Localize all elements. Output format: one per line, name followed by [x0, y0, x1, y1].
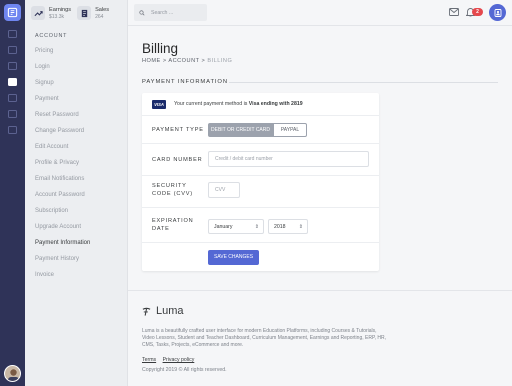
breadcrumb-account[interactable]: ACCOUNT	[168, 58, 199, 64]
terms-link[interactable]: Terms	[142, 357, 156, 363]
sidebar-item-login[interactable]: Login	[35, 59, 90, 75]
card-number-label: CARD NUMBER	[152, 157, 203, 163]
breadcrumb-separator: >	[162, 58, 167, 64]
sidebar-item-signup[interactable]: Signup	[35, 75, 90, 91]
search-icon	[139, 9, 145, 15]
sales-stat[interactable]: Sales 264	[77, 6, 109, 20]
topbar: Search ... 2	[128, 0, 512, 26]
year-select[interactable]: 2018 ⇕	[268, 219, 308, 234]
current-method-value: Visa ending with 2819	[248, 101, 303, 107]
expiration-label-line1: EXPIRATION	[152, 218, 194, 224]
footer-brand-name: Luma	[156, 305, 184, 317]
mail-icon[interactable]	[449, 8, 459, 16]
sidebar-item-profile-privacy[interactable]: Profile & Privacy	[35, 155, 90, 171]
sidebar-item-payment[interactable]: Payment	[35, 91, 90, 107]
sidebar-item-subscription[interactable]: Subscription	[35, 203, 90, 219]
breadcrumb-home[interactable]: HOME	[142, 58, 161, 64]
user-avatar[interactable]	[4, 365, 21, 382]
year-select-value: 2018	[274, 223, 286, 230]
notification-badge: 2	[472, 8, 483, 16]
paypal-option[interactable]: PAYPAL	[273, 123, 307, 137]
card-number-input[interactable]: Credit / debit card number	[208, 151, 369, 167]
sidebar: Earnings $13.3k Sales 264 ACCOUNT Pricin…	[25, 0, 128, 386]
header-stats: Earnings $13.3k Sales 264	[25, 0, 128, 26]
sidebar-item-payment-history[interactable]: Payment History	[35, 251, 90, 267]
rail-courses-icon[interactable]	[8, 46, 17, 54]
footer-copyright: Copyright 2019 © All rights reserved.	[142, 367, 227, 373]
earnings-stat[interactable]: Earnings $13.3k	[31, 6, 71, 20]
sidebar-item-pricing[interactable]: Pricing	[35, 43, 90, 59]
breadcrumb-current: BILLING	[207, 58, 233, 64]
section-divider	[229, 82, 498, 83]
receipt-icon	[77, 6, 92, 20]
sidebar-item-invoice[interactable]: Invoice	[35, 267, 90, 283]
payment-type-toggle: DEBIT OR CREDIT CARD PAYPAL	[208, 123, 307, 137]
sidebar-item-account-password[interactable]: Account Password	[35, 187, 90, 203]
luma-logo-icon	[142, 307, 151, 316]
security-code-row: SECURITY CODE (CVV)	[142, 176, 379, 208]
search-placeholder: Search ...	[151, 9, 174, 16]
earnings-label: Earnings	[49, 6, 72, 13]
current-method-row: VISA Your current payment method is Visa…	[142, 93, 379, 116]
expiration-label-line2: DATE	[152, 226, 170, 232]
current-method-text: Your current payment method is Visa endi…	[174, 101, 303, 107]
rail-messages-icon[interactable]	[8, 94, 17, 102]
sidebar-item-reset-password[interactable]: Reset Password	[35, 107, 90, 123]
cvv-input[interactable]: CVV	[208, 182, 240, 198]
month-select-value: January	[214, 223, 233, 230]
sidebar-item-email-notifications[interactable]: Email Notifications	[35, 171, 90, 187]
footer: Luma Luma is a beautifully crafted user …	[128, 290, 512, 386]
search-input[interactable]: Search ...	[134, 4, 207, 21]
section-title: PAYMENT INFORMATION	[142, 79, 228, 85]
rail-apps-icon[interactable]	[8, 62, 17, 70]
visa-card-icon: VISA	[152, 100, 166, 109]
app-logo-icon[interactable]	[4, 4, 21, 21]
security-code-label-line2: CODE (CVV)	[152, 191, 193, 197]
select-chevron-icon: ⇕	[298, 223, 303, 230]
breadcrumb-separator: >	[201, 58, 206, 64]
rail-layouts-icon[interactable]	[8, 110, 17, 118]
sidebar-item-payment-information[interactable]: Payment Information	[35, 235, 90, 251]
sidebar-item-change-password[interactable]: Change Password	[35, 123, 90, 139]
sidebar-heading: ACCOUNT	[35, 33, 68, 39]
debit-credit-card-option[interactable]: DEBIT OR CREDIT CARD	[208, 123, 273, 137]
save-changes-button[interactable]: SAVE CHANGES	[208, 250, 259, 265]
page-title: Billing	[142, 41, 179, 56]
breadcrumb: HOME > ACCOUNT > BILLING	[142, 58, 232, 64]
rail-dashboard-icon[interactable]	[8, 30, 17, 38]
sidebar-item-upgrade-account[interactable]: Upgrade Account	[35, 219, 90, 235]
trending-up-icon	[31, 6, 45, 20]
user-icon	[494, 8, 501, 17]
icon-rail	[0, 0, 25, 386]
earnings-value: $13.3k	[49, 13, 65, 20]
footer-brand: Luma	[142, 305, 184, 317]
privacy-policy-link[interactable]: Privacy policy	[163, 357, 195, 363]
user-menu-button[interactable]	[489, 4, 506, 21]
card-number-row: CARD NUMBER Credit / debit card number	[142, 144, 379, 176]
footer-description: Luma is a beautifully crafted user inter…	[142, 328, 387, 348]
footer-links: Terms Privacy policy	[142, 357, 199, 363]
sidebar-item-edit-account[interactable]: Edit Account	[35, 139, 90, 155]
payment-type-label: PAYMENT TYPE	[152, 127, 204, 133]
sales-label: Sales	[95, 6, 110, 13]
sidebar-menu: Pricing Login Signup Payment Reset Passw…	[35, 43, 90, 283]
rail-components-icon[interactable]	[8, 126, 17, 134]
month-select[interactable]: January ⇕	[208, 219, 264, 234]
security-code-label-line1: SECURITY	[152, 183, 187, 189]
rail-account-icon[interactable]	[8, 78, 17, 86]
select-chevron-icon: ⇕	[254, 223, 259, 230]
billing-card: VISA Your current payment method is Visa…	[142, 93, 379, 271]
sales-value: 264	[95, 13, 104, 20]
